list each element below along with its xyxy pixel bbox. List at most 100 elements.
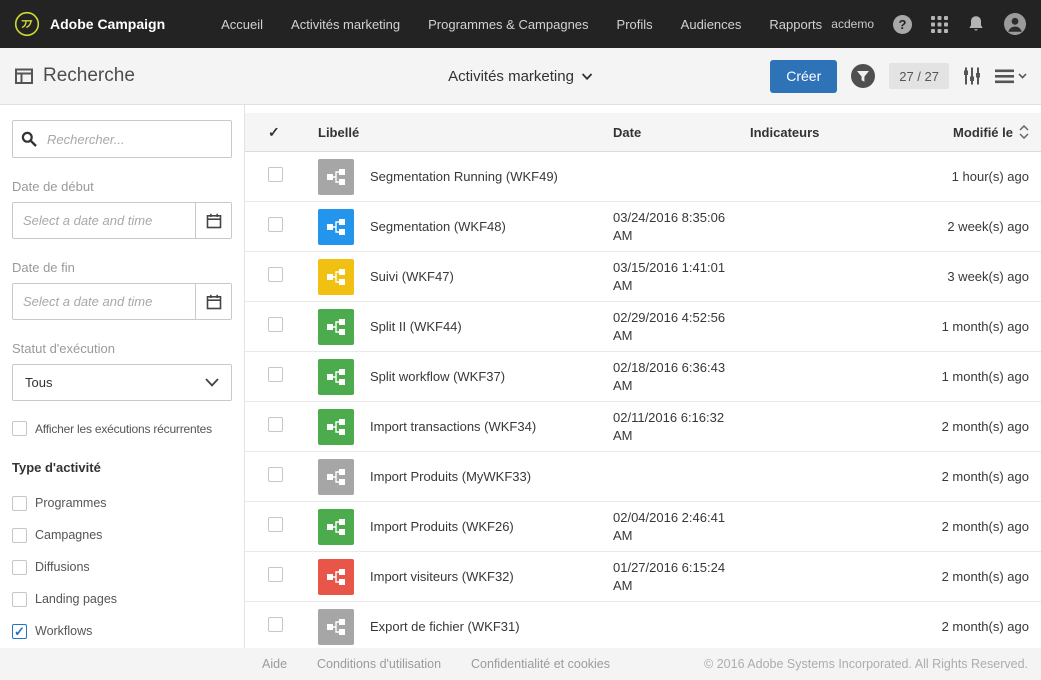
row-icon-cell [318, 208, 370, 245]
table-row[interactable]: Segmentation (WKF48) 03/24/2016 8:35:06 … [245, 202, 1041, 252]
row-icon-cell [318, 258, 370, 295]
checkbox[interactable] [12, 527, 27, 543]
select-all-check-icon[interactable]: ✓ [245, 124, 318, 141]
row-checkbox[interactable] [268, 266, 283, 282]
checkbox[interactable] [12, 559, 27, 575]
activity-type-option[interactable]: Landing pages [12, 583, 232, 615]
topnav-item[interactable]: Audiences [681, 17, 742, 32]
main-nav: Accueil Activités marketing Programmes & C… [221, 17, 822, 32]
checkbox[interactable] [12, 591, 27, 607]
table-row[interactable]: Import Produits (WKF26) 02/04/2016 2:46:… [245, 502, 1041, 552]
filter-icon[interactable] [850, 63, 876, 89]
table-row[interactable]: Split II (WKF44) 02/29/2016 4:52:56 AM 1… [245, 302, 1041, 352]
checkbox[interactable] [12, 495, 27, 511]
sort-icon [1019, 125, 1029, 139]
activity-type-option[interactable]: Diffusions [12, 551, 232, 583]
activity-type-option[interactable]: Programmes [12, 487, 232, 519]
table-row[interactable]: Segmentation Running (WKF49) 1 hour(s) a… [245, 152, 1041, 202]
chevron-down-icon [1018, 73, 1027, 79]
row-checkbox[interactable] [268, 316, 283, 332]
status-select[interactable]: Tous [12, 364, 232, 401]
date-start-calendar-button[interactable] [195, 203, 231, 238]
recurring-executions-label: Afficher les exécutions récurrentes [35, 421, 212, 436]
search-input[interactable] [12, 120, 232, 158]
column-header-indicateurs[interactable]: Indicateurs [750, 125, 900, 140]
column-header-date[interactable]: Date [613, 125, 750, 140]
row-checkbox[interactable] [268, 366, 283, 382]
table-row[interactable]: Suivi (WKF47) 03/15/2016 1:41:01 AM 3 we… [245, 252, 1041, 302]
row-check-cell [245, 466, 318, 487]
workflow-icon [318, 408, 354, 445]
row-checkbox[interactable] [268, 416, 283, 432]
table-row[interactable]: Export de fichier (WKF31) 2 month(s) ago [245, 602, 1041, 648]
calendar-icon [206, 213, 221, 228]
apps-grid-icon[interactable] [931, 15, 948, 33]
topnav-item[interactable]: Activités marketing [291, 17, 400, 32]
workflow-icon [318, 158, 354, 195]
row-modified: 1 hour(s) ago [951, 169, 1029, 184]
row-checkbox[interactable] [268, 516, 283, 532]
view-options-button[interactable] [995, 69, 1027, 84]
row-date: 02/29/2016 4:52:56 AM [613, 309, 726, 343]
row-check-cell [245, 316, 318, 337]
topnav-item[interactable]: Programmes & Campagnes [428, 17, 588, 32]
activity-type-heading: Type d'activité [12, 460, 101, 475]
row-checkbox[interactable] [268, 166, 283, 182]
activity-type-label: Diffusions [35, 560, 90, 574]
table-row[interactable]: Import Produits (MyWKF33) 2 month(s) ago [245, 452, 1041, 502]
context-label: Activités marketing [448, 67, 574, 85]
subheader-actions: Créer 27 / 27 [770, 59, 1041, 93]
table-row[interactable]: Import transactions (WKF34) 02/11/2016 6… [245, 402, 1041, 452]
account-name[interactable]: acdemo [831, 17, 874, 31]
column-settings-icon[interactable] [962, 66, 982, 86]
help-icon[interactable]: ? [893, 14, 912, 34]
table-row[interactable]: Split workflow (WKF37) 02/18/2016 6:36:4… [245, 352, 1041, 402]
topnav-item[interactable]: Profils [617, 17, 653, 32]
row-icon-cell [318, 158, 370, 195]
checkbox[interactable] [12, 421, 27, 436]
search-icon [21, 131, 37, 147]
title-group: Recherche [0, 65, 135, 87]
date-end-input[interactable] [13, 284, 195, 319]
row-checkbox[interactable] [268, 566, 283, 582]
row-label: Segmentation (WKF48) [370, 219, 506, 234]
date-end-label: Date de fin [12, 260, 75, 275]
filter-sidebar: Date de début Date de fin Statut d'exécu… [0, 105, 245, 648]
workflow-icon [318, 358, 354, 395]
topnav-item[interactable]: Rapports [769, 17, 822, 32]
row-label: Import visiteurs (WKF32) [370, 569, 514, 584]
create-button[interactable]: Créer [770, 59, 838, 93]
row-modified: 2 month(s) ago [941, 469, 1029, 484]
list-view-icon [995, 69, 1014, 84]
context-selector[interactable]: Activités marketing [448, 68, 593, 85]
row-checkbox[interactable] [268, 466, 283, 482]
notifications-bell-icon[interactable] [967, 15, 985, 33]
recurring-executions-option[interactable]: Afficher les exécutions récurrentes [12, 421, 232, 436]
activity-type-option[interactable]: Campagnes [12, 519, 232, 551]
row-label: Split workflow (WKF37) [370, 369, 506, 384]
search-field [12, 120, 232, 158]
row-check-cell [245, 566, 318, 587]
column-header-modifie-le[interactable]: Modifié le [900, 125, 1041, 140]
footer-link[interactable]: Conditions d'utilisation [317, 657, 441, 671]
date-start-input[interactable] [13, 203, 195, 238]
row-icon-cell [318, 408, 370, 445]
date-end-calendar-button[interactable] [195, 284, 231, 319]
column-header-libelle[interactable]: Libellé [318, 125, 613, 140]
user-avatar-icon[interactable] [1004, 13, 1026, 35]
row-modified: 3 week(s) ago [947, 269, 1029, 284]
row-checkbox[interactable] [268, 216, 283, 232]
footer-link[interactable]: Aide [262, 657, 287, 671]
checkbox[interactable] [12, 623, 27, 639]
row-check-cell [245, 166, 318, 187]
row-check-cell [245, 616, 318, 637]
topnav-item[interactable]: Accueil [221, 17, 263, 32]
row-date: 03/24/2016 8:35:06 AM [613, 209, 726, 243]
row-label: Suivi (WKF47) [370, 269, 454, 284]
row-checkbox[interactable] [268, 616, 283, 632]
row-icon-cell [318, 608, 370, 645]
activity-type-option[interactable]: Workflows [12, 615, 232, 647]
footer-link[interactable]: Confidentialité et cookies [471, 657, 610, 671]
table-row[interactable]: Import visiteurs (WKF32) 01/27/2016 6:15… [245, 552, 1041, 602]
footer-links: Aide Conditions d'utilisation Confidential… [262, 657, 610, 671]
